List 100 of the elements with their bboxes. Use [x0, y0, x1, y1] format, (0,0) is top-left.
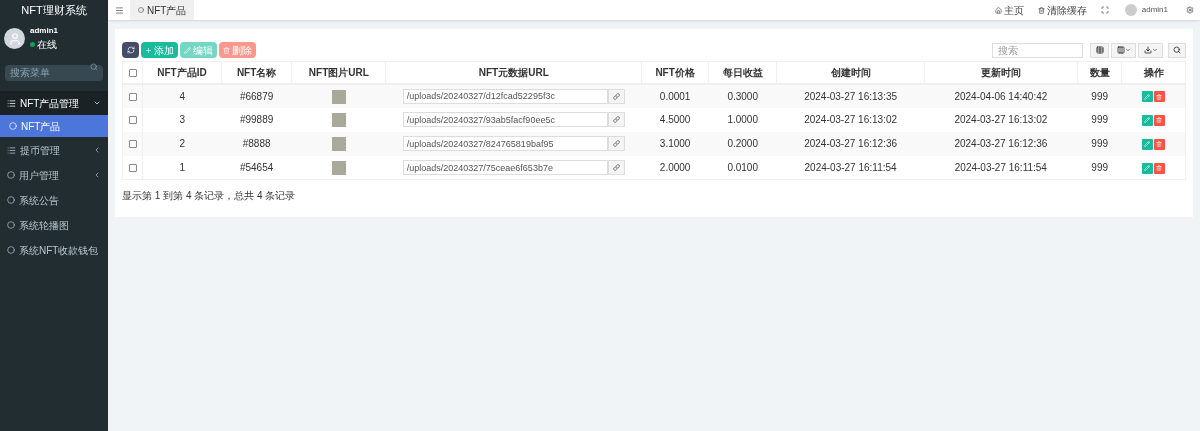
trash-icon [1037, 6, 1045, 14]
circle-icon [9, 122, 17, 130]
menu-item[interactable]: 提币管理 [0, 138, 108, 162]
table-cell: 0.0100 [708, 155, 777, 180]
app-title: NFT理财系统 [20, 2, 88, 18]
url-field[interactable]: /uploads/20240327/93ab5facf90ee5c [402, 112, 608, 128]
pencil-icon [1144, 117, 1151, 124]
refresh-button[interactable] [122, 42, 139, 58]
delete-button[interactable] [1153, 138, 1165, 150]
menu-item[interactable]: 用户管理 [0, 163, 108, 187]
column-header: 每日收益 [708, 61, 777, 84]
table-cell: 0.3000 [708, 83, 777, 108]
link-icon [612, 164, 620, 172]
table-cell: #8888 [221, 131, 292, 156]
menu-item[interactable]: 系统轮播图 [0, 213, 108, 237]
table-cell: 999 [1077, 107, 1122, 132]
table-cell: 999 [1077, 131, 1122, 156]
column-header: 数量 [1077, 61, 1122, 84]
header-link[interactable]: 主页 [994, 2, 1024, 18]
search-icon [1173, 46, 1181, 54]
checkbox[interactable] [128, 116, 137, 125]
column-header: 操作 [1121, 61, 1186, 84]
pencil-icon [1144, 93, 1151, 100]
table-cell: 3 [142, 107, 222, 132]
user-menu[interactable]: admin1 [1141, 4, 1168, 16]
url-field[interactable]: /uploads/20240327/d12fcad52295f3c [402, 88, 608, 104]
refresh-icon [126, 46, 135, 54]
table-cell: 2.0000 [641, 155, 709, 180]
menu-icon [114, 5, 124, 15]
photo-placeholder [331, 137, 346, 152]
fullscreen-icon [1100, 6, 1109, 14]
edit-button[interactable] [1141, 114, 1153, 126]
menu-search-field[interactable]: 搜索菜单 [5, 64, 103, 81]
column-header: NFT图片URL [291, 61, 386, 84]
search-button[interactable] [1168, 42, 1186, 58]
search-icon [90, 63, 98, 71]
link-icon [612, 140, 620, 148]
checkbox[interactable] [128, 164, 137, 173]
chevron-left-icon [93, 171, 101, 179]
delete-button[interactable] [1153, 91, 1165, 103]
edit-button[interactable] [1141, 91, 1153, 103]
submenu-item[interactable]: NFT产品 [0, 115, 108, 137]
download-icon [1143, 46, 1152, 54]
table-cell: 1 [142, 155, 222, 180]
table-cell: 4 [142, 83, 222, 108]
pencil-icon [1144, 141, 1151, 148]
caret-icon [1124, 47, 1131, 53]
edit-button[interactable] [1141, 162, 1153, 174]
header-link[interactable]: 清除缓存 [1037, 2, 1087, 18]
table-icon [1095, 46, 1104, 54]
pencil-icon [184, 46, 191, 54]
trash-icon [1156, 141, 1163, 148]
table-view-button[interactable] [1090, 42, 1109, 58]
table-cell: 4.5000 [641, 107, 709, 132]
columns-button[interactable] [1111, 42, 1136, 58]
fullscreen-button[interactable] [1100, 6, 1109, 14]
menu-item[interactable]: 系统NFT收款钱包 [0, 238, 108, 262]
column-header: 创建时间 [777, 61, 925, 84]
trash-icon [1156, 117, 1163, 124]
avatar-icon [4, 28, 25, 49]
list-icon [7, 98, 16, 108]
table-cell: 999 [1077, 83, 1122, 108]
user-name: admin1 [30, 25, 58, 37]
gear-icon [1186, 6, 1194, 14]
circle-icon [7, 221, 15, 229]
checkbox[interactable] [128, 69, 137, 78]
circle-icon [7, 196, 15, 204]
pagination-info: 显示第 1 到第 4 条记录，总共 4 条记录 [122, 189, 297, 203]
delete-button[interactable] [1153, 162, 1165, 174]
table-cell: 999 [1077, 155, 1122, 180]
plus-icon [145, 46, 152, 54]
edit-button[interactable] [1141, 138, 1153, 150]
export-button[interactable] [1138, 42, 1163, 58]
table-cell: 2024-04-06 14:40:42 [924, 83, 1078, 108]
url-field[interactable]: /uploads/20240327/75ceae6f653b7e [402, 160, 608, 176]
trash-icon [223, 46, 230, 54]
column-header: NFT价格 [641, 61, 709, 84]
table-cell: 2024-03-27 16:12:36 [924, 131, 1078, 156]
tab[interactable]: NFT产品 [130, 0, 195, 20]
table-cell: 2024-03-27 16:13:35 [777, 83, 925, 108]
caret-icon [1151, 47, 1158, 53]
link-icon [612, 92, 620, 100]
menu-item[interactable]: NFT产品管理 [0, 91, 108, 115]
columns-icon [1116, 46, 1125, 54]
list-icon [7, 145, 16, 155]
settings-button[interactable] [1186, 6, 1194, 14]
checkbox[interactable] [128, 140, 137, 149]
home-icon [994, 6, 1002, 14]
trash-icon [1156, 165, 1163, 172]
delete-button[interactable] [1153, 114, 1165, 126]
column-header: NFT名称 [221, 61, 292, 84]
table-cell: 0.0001 [641, 83, 709, 108]
chevron-down-icon [93, 99, 101, 107]
menu-item[interactable]: 系统公告 [0, 188, 108, 212]
search-field[interactable]: 搜索 [992, 42, 1083, 58]
url-field[interactable]: /uploads/20240327/824765819baf95 [402, 136, 608, 152]
checkbox[interactable] [128, 92, 137, 101]
table-cell: 2024-03-27 16:12:36 [777, 131, 925, 156]
column-header: NFT产品ID [142, 61, 222, 84]
circle-icon [7, 171, 15, 179]
